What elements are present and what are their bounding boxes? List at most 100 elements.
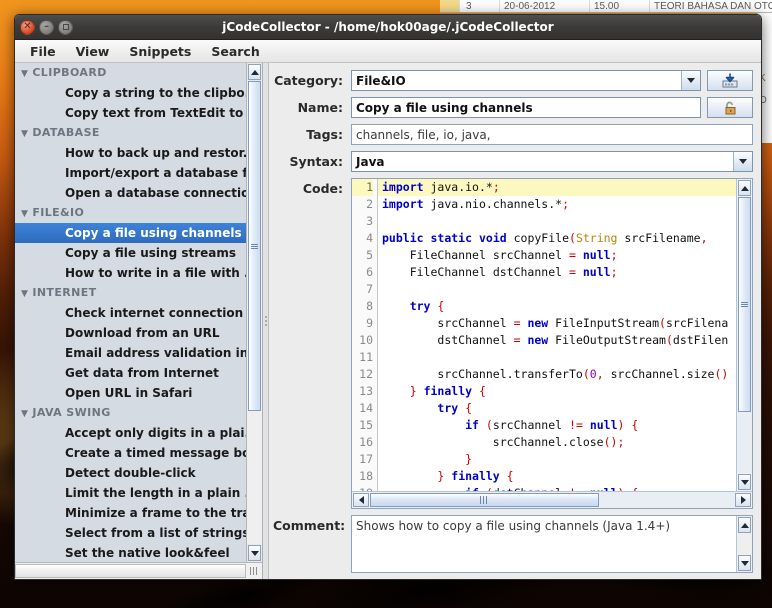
- comment-scroll-down-button[interactable]: [738, 555, 751, 571]
- tree-group-label: DATABASE: [32, 126, 100, 139]
- syntax-label: Syntax:: [289, 154, 343, 169]
- scroll-grip-icon: [251, 243, 258, 250]
- chevron-down-icon[interactable]: ▼: [21, 129, 28, 139]
- code-hscroll-thumb[interactable]: [370, 493, 600, 507]
- tags-row: Tags: channels, file, io, java,: [273, 124, 753, 145]
- tree-item[interactable]: Download from an URL: [15, 323, 246, 343]
- name-row: Name: Copy a file using channels: [273, 97, 753, 118]
- chevron-down-icon[interactable]: [681, 71, 700, 90]
- comment-scroll-track[interactable]: [737, 534, 752, 554]
- tree-item[interactable]: How to write in a file with ...: [15, 263, 246, 283]
- tree-group-clipboard[interactable]: ▼ CLIPBOARD: [15, 63, 246, 83]
- export-button[interactable]: [707, 70, 753, 91]
- tree-item[interactable]: Detect double-click: [15, 463, 246, 483]
- category-label: Category:: [274, 73, 343, 88]
- code-vertical-scrollbar[interactable]: [736, 179, 752, 491]
- code-hscroll-track[interactable]: [370, 492, 734, 508]
- tree-item[interactable]: Get data from Internet: [15, 363, 246, 383]
- scroll-down-button[interactable]: [248, 545, 261, 561]
- syntax-combobox[interactable]: Java: [351, 151, 753, 172]
- name-input[interactable]: Copy a file using channels: [351, 97, 701, 118]
- minimize-button[interactable]: –: [39, 19, 54, 35]
- code-line: try {: [409, 299, 445, 313]
- comment-vertical-scrollbar[interactable]: [736, 516, 752, 572]
- application-window: ✕ – jCodeCollector - /home/hok00age/.jCo…: [14, 14, 762, 580]
- tree-group-java-swing[interactable]: ▼ JAVA SWING: [15, 403, 246, 423]
- code-line-number: 6: [366, 265, 373, 279]
- menu-view[interactable]: View: [67, 41, 119, 62]
- tree-item[interactable]: Accept only digits in a plai...: [15, 423, 246, 443]
- chevron-down-icon[interactable]: ▼: [21, 69, 28, 79]
- tree-group-internet[interactable]: ▼ INTERNET: [15, 283, 246, 303]
- sidebar-horizontal-scrollbar[interactable]: [15, 562, 262, 579]
- syntax-value: Java: [356, 155, 385, 169]
- chevron-down-icon[interactable]: ▼: [21, 289, 28, 299]
- code-scroll-viewport[interactable]: 12345678910111213141516171819 import jav…: [352, 179, 736, 491]
- sidebar-scroll-thumb[interactable]: [248, 81, 261, 411]
- tree-item[interactable]: Minimize a frame to the tray: [15, 503, 246, 523]
- window-titlebar[interactable]: ✕ – jCodeCollector - /home/hok00age/.jCo…: [15, 15, 761, 40]
- code-line-numbers: 12345678910111213141516171819: [352, 179, 378, 491]
- code-line-number: 18: [359, 469, 373, 483]
- tree-item[interactable]: Copy a file using channels: [15, 223, 246, 243]
- code-scroll-left-button[interactable]: [353, 493, 369, 507]
- tree-item[interactable]: Set the native look&feel: [15, 543, 246, 562]
- chevron-down-icon[interactable]: ▼: [21, 409, 28, 419]
- tree-item[interactable]: How to back up and restor...: [15, 143, 246, 163]
- menu-search[interactable]: Search: [202, 41, 268, 62]
- code-line: }: [465, 452, 473, 466]
- maximize-button[interactable]: [58, 19, 73, 35]
- comment-field[interactable]: Shows how to copy a file using channels …: [351, 515, 753, 573]
- comment-label: Comment:: [273, 518, 346, 533]
- sidebar-scroll-track[interactable]: [247, 81, 262, 544]
- code-scroll-track[interactable]: [737, 197, 752, 473]
- menu-file[interactable]: File: [21, 41, 65, 62]
- tree-group-database[interactable]: ▼ DATABASE: [15, 123, 246, 143]
- scroll-up-button[interactable]: [248, 64, 261, 80]
- menu-snippets[interactable]: Snippets: [120, 41, 200, 62]
- menubar: File View Snippets Search: [15, 40, 761, 63]
- code-line-number: 16: [359, 435, 373, 449]
- tree-item[interactable]: Open a database connection: [15, 183, 246, 203]
- tree-item[interactable]: Open URL in Safari: [15, 383, 246, 403]
- bg-table-cell-date: 20-06-2012: [500, 0, 590, 12]
- code-horizontal-scrollbar[interactable]: [352, 491, 752, 508]
- tree-item[interactable]: Create a timed message box: [15, 443, 246, 463]
- code-editor[interactable]: 12345678910111213141516171819 import jav…: [351, 178, 753, 509]
- chevron-down-icon[interactable]: ▼: [21, 209, 28, 219]
- code-label: Code:: [302, 181, 343, 196]
- category-row: Category: File&IO: [273, 70, 753, 91]
- window-body: ▼ CLIPBOARD Copy a string to the clipbo...…: [15, 63, 761, 579]
- tree-item[interactable]: Copy a string to the clipbo...: [15, 83, 246, 103]
- chevron-down-icon[interactable]: [733, 152, 752, 171]
- tree-group-label: INTERNET: [32, 286, 97, 299]
- comment-scroll-up-button[interactable]: [738, 517, 751, 533]
- background-window-table-strip[interactable]: 3 20-06-2012 15.00 TEORI BAHASA DAN OTOM…: [440, 0, 772, 13]
- tree-item[interactable]: Check internet connection: [15, 303, 246, 323]
- code-scroll-up-button[interactable]: [738, 180, 751, 196]
- category-combobox[interactable]: File&IO: [351, 70, 701, 91]
- code-scroll-down-button[interactable]: [738, 474, 751, 490]
- code-line: try {: [437, 401, 473, 415]
- tags-input[interactable]: channels, file, io, java,: [351, 124, 753, 145]
- sidebar-vertical-scrollbar[interactable]: [246, 63, 262, 562]
- code-text[interactable]: import java.io.*; import java.nio.channel…: [378, 179, 736, 491]
- tree-item[interactable]: Import/export a database f...: [15, 163, 246, 183]
- code-line: import java.io.*;: [378, 179, 736, 196]
- snippet-tree[interactable]: ▼ CLIPBOARD Copy a string to the clipbo...…: [15, 63, 246, 562]
- tree-item[interactable]: Email address validation in...: [15, 343, 246, 363]
- tree-item[interactable]: Select from a list of strings...: [15, 523, 246, 543]
- tree-item[interactable]: Limit the length in a plain ...: [15, 483, 246, 503]
- sidebar-hscroll-thumb[interactable]: [15, 564, 246, 578]
- tree-group-file-io[interactable]: ▼ FILE&IO: [15, 203, 246, 223]
- tree-item[interactable]: Copy a file using streams: [15, 243, 246, 263]
- code-scroll-right-button[interactable]: [735, 493, 751, 507]
- tree-item[interactable]: Copy text from TextEdit to ...: [15, 103, 246, 123]
- lock-button[interactable]: [707, 97, 753, 118]
- comment-text[interactable]: Shows how to copy a file using channels …: [352, 516, 736, 572]
- close-button[interactable]: ✕: [20, 19, 35, 35]
- code-line-number: 4: [366, 231, 373, 245]
- code-scroll-thumb[interactable]: [738, 197, 751, 412]
